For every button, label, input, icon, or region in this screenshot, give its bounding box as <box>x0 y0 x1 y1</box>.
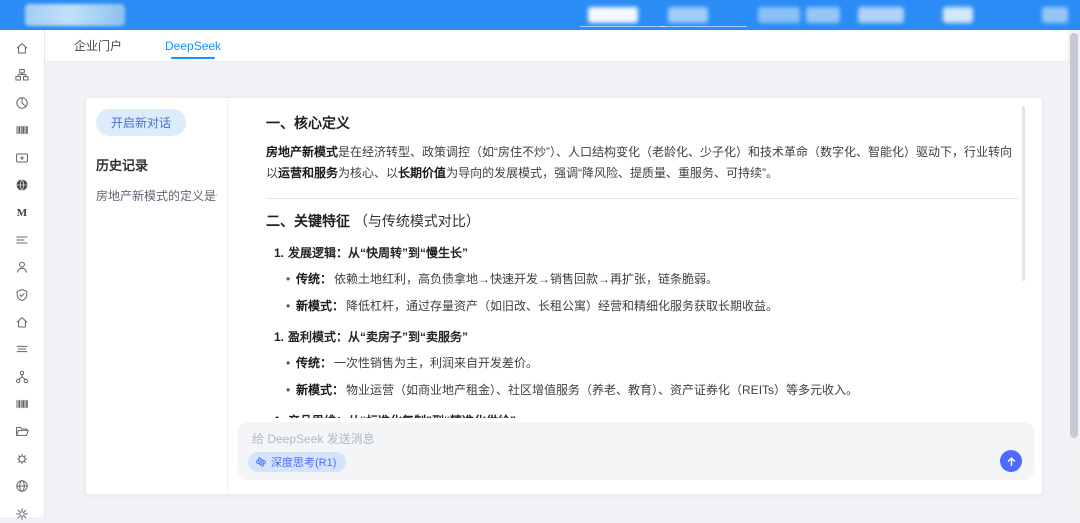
paragraph-segment: 长期价值 <box>398 166 446 180</box>
svg-text:M: M <box>17 207 28 219</box>
window-scrollbar-track[interactable] <box>1068 30 1080 517</box>
bullet-dot: • <box>286 381 296 399</box>
arrow-up-icon <box>1005 455 1018 468</box>
top-header <box>0 0 1080 30</box>
bullet-item: •新模式：物业运营（如商业地产租金）、社区增值服务（养老、教育）、资产证券化（R… <box>286 381 1018 399</box>
item-title-text: 盈利模式：从“卖房子”到“卖服务” <box>288 330 468 344</box>
definition-paragraph: 房地产新模式是在经济转型、政策调控（如“房住不炒”）、人口结构变化（老龄化、少子… <box>266 142 1018 185</box>
deepseek-card: 开启新对话 历史记录 房地产新模式的定义是什么 一、核心定义 房地产新模式是在经… <box>85 97 1043 495</box>
heading-note: （与传统模式对比） <box>354 213 480 229</box>
chat-input[interactable]: 给 DeepSeek 发送消息 <box>252 430 994 447</box>
heading-text: 二、关键特征 <box>266 213 350 229</box>
feature-groups: 1.发展逻辑：从“快周转”到“慢生长”•传统：依赖土地红利，高负债拿地→快速开发… <box>266 244 1018 418</box>
main-area: 开启新对话 历史记录 房地产新模式的定义是什么 一、核心定义 房地产新模式是在经… <box>45 62 1080 517</box>
bullet-label: 新模式： <box>296 383 344 397</box>
blurred-nav-item[interactable] <box>758 7 800 23</box>
blurred-nav-item[interactable] <box>806 7 840 23</box>
badge-icon[interactable] <box>13 450 31 468</box>
bullet-dot: • <box>286 297 296 315</box>
tab-label: 企业门户 <box>74 37 122 54</box>
icon-sidebar: M <box>0 30 45 517</box>
numbered-item-title: 1. 产品思维：从“标准化复制”到“精准化供给” <box>274 412 1018 418</box>
user-icon[interactable] <box>13 258 31 276</box>
blurred-nav-item[interactable] <box>858 7 904 23</box>
barcode-alt-icon[interactable] <box>13 395 31 413</box>
bullet-dot: • <box>286 354 296 372</box>
bullet-dot: • <box>286 270 296 288</box>
folder-add-icon[interactable] <box>13 149 31 167</box>
deep-think-toggle[interactable]: 深度思考(R1) <box>248 452 346 472</box>
conversation-panel: 开启新对话 历史记录 房地产新模式的定义是什么 <box>86 98 228 494</box>
history-item[interactable]: 房地产新模式的定义是什么 <box>96 187 217 204</box>
numbered-item-title: 1. 发展逻辑：从“快周转”到“慢生长” <box>274 244 1018 261</box>
window-scrollbar-thumb[interactable] <box>1070 33 1078 438</box>
bullet-label: 传统： <box>296 356 332 370</box>
paragraph-segment: 运营和服务 <box>278 166 338 180</box>
chat-scrollbar-thumb[interactable] <box>1022 106 1025 281</box>
active-tab-underline <box>171 57 215 59</box>
item-number: 1. <box>274 330 284 344</box>
tab-bar: 企业门户 DeepSeek <box>45 30 1080 62</box>
blurred-nav-item[interactable] <box>588 7 638 23</box>
chat-messages: 一、核心定义 房地产新模式是在经济转型、政策调控（如“房住不炒”）、人口结构变化… <box>228 98 1042 418</box>
blurred-nav-item[interactable] <box>1042 7 1068 23</box>
home-alt-icon[interactable] <box>13 313 31 331</box>
list-icon[interactable] <box>13 231 31 249</box>
dark-globe-icon[interactable] <box>13 176 31 194</box>
letter-m-icon[interactable]: M <box>13 203 31 221</box>
blurred-nav-item[interactable] <box>943 7 973 23</box>
bullet-text: 新模式：降低杠杆，通过存量资产（如旧改、长租公寓）经营和精细化服务获取长期收益。 <box>296 297 778 315</box>
barcode-icon[interactable] <box>13 121 31 139</box>
bullet-item: •新模式：降低杠杆，通过存量资产（如旧改、长租公寓）经营和精细化服务获取长期收益… <box>286 297 1018 315</box>
tab-deepseek[interactable]: DeepSeek <box>161 30 225 61</box>
bullet-label: 新模式： <box>296 299 344 313</box>
bullet-item: •传统：依赖土地红利，高负债拿地→快速开发→销售回款→再扩张，链条脆弱。 <box>286 270 1018 288</box>
item-title-text: 产品思维：从“标准化复制”到“精准化供给” <box>288 414 516 418</box>
tab-label: DeepSeek <box>165 39 221 53</box>
pie-chart-icon[interactable] <box>13 94 31 112</box>
numbered-item: 1.产品思维：从“标准化复制”到“精准化供给”•传统：大规模建设同质化住宅，忽视… <box>274 412 1018 418</box>
message-composer: 给 DeepSeek 发送消息 深度思考(R1) <box>238 422 1034 480</box>
paragraph-segment: 房地产新模式 <box>266 145 338 159</box>
atom-icon <box>255 456 267 468</box>
nav-item-underline <box>580 26 665 27</box>
bullet-item: •传统：一次性销售为主，利润来自开发差价。 <box>286 354 1018 372</box>
settings-icon[interactable] <box>13 505 31 523</box>
section-heading-2: 二、关键特征 （与传统模式对比） <box>266 211 1018 231</box>
folder-icon[interactable] <box>13 422 31 440</box>
item-number: 1. <box>274 414 284 418</box>
nav-item-underline <box>660 26 747 27</box>
home-icon[interactable] <box>13 39 31 57</box>
bullet-text: 传统：依赖土地红利，高负债拿地→快速开发→销售回款→再扩张，链条脆弱。 <box>296 270 718 288</box>
blurred-app-logo <box>25 4 125 26</box>
bullet-text: 新模式：物业运营（如商业地产租金）、社区增值服务（养老、教育）、资产证券化（RE… <box>296 381 858 399</box>
section-heading-1: 一、核心定义 <box>266 113 1018 133</box>
tab-enterprise-portal[interactable]: 企业门户 <box>70 30 126 61</box>
layers-icon[interactable] <box>13 340 31 358</box>
numbered-item-title: 1. 盈利模式：从“卖房子”到“卖服务” <box>274 328 1018 345</box>
paragraph-segment: 为导向的发展模式，强调“降风险、提质量、重服务、可持续”。 <box>446 166 778 180</box>
blurred-nav-item[interactable] <box>668 7 708 23</box>
numbered-item: 1. 发展逻辑：从“快周转”到“慢生长” •传统：依赖土地红利，高负债拿地→快速开发… <box>274 244 1018 315</box>
bullet-text: 传统：一次性销售为主，利润来自开发差价。 <box>296 354 538 372</box>
item-number: 1. <box>274 246 284 260</box>
item-title-text: 发展逻辑：从“快周转”到“慢生长” <box>288 246 468 260</box>
new-chat-button[interactable]: 开启新对话 <box>96 109 186 136</box>
bullet-label: 传统： <box>296 272 332 286</box>
network-icon[interactable] <box>13 368 31 386</box>
shield-icon[interactable] <box>13 286 31 304</box>
globe-icon[interactable] <box>13 477 31 495</box>
paragraph-segment: 为核心、以 <box>338 166 398 180</box>
send-button[interactable] <box>1000 450 1022 472</box>
section-divider <box>266 198 1018 199</box>
deep-think-label: 深度思考(R1) <box>271 454 336 470</box>
chat-column: 一、核心定义 房地产新模式是在经济转型、政策调控（如“房住不炒”）、人口结构变化… <box>228 98 1042 494</box>
numbered-item: 1. 盈利模式：从“卖房子”到“卖服务” •传统：一次性销售为主，利润来自开发差价。… <box>274 328 1018 399</box>
history-title: 历史记录 <box>96 155 217 174</box>
org-chart-icon[interactable] <box>13 66 31 84</box>
